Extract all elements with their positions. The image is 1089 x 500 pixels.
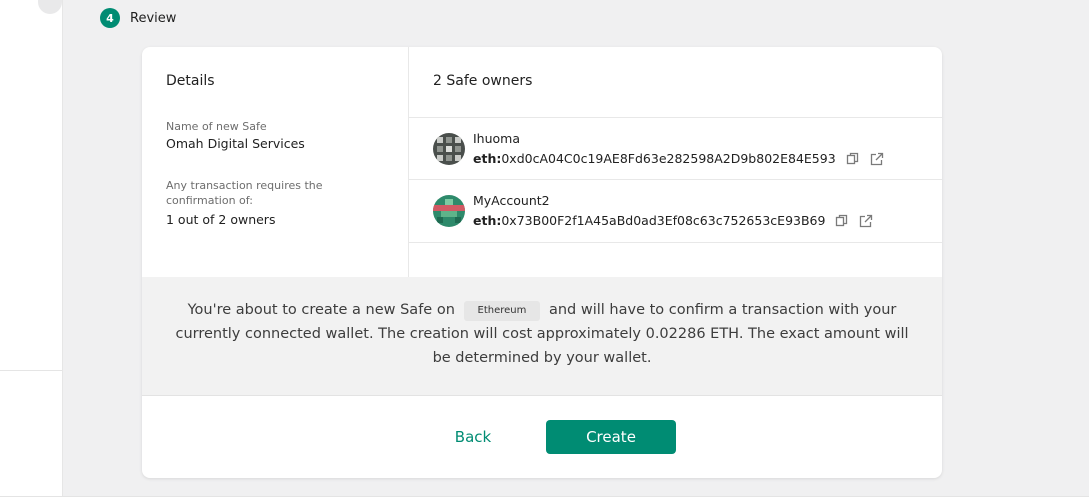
- threshold-value: 1 out of 2 owners: [166, 212, 276, 227]
- step-number-badge: 4: [100, 8, 120, 28]
- notice-text-before: You're about to create a new Safe on: [187, 302, 455, 318]
- panel-divider: [0, 370, 62, 371]
- step-label: Review: [130, 10, 177, 26]
- external-link-icon[interactable]: [870, 152, 884, 166]
- network-chip: Ethereum: [463, 301, 541, 321]
- details-title: Details: [166, 73, 215, 89]
- copy-icon[interactable]: [835, 214, 849, 228]
- page-bottom-edge: [0, 496, 1089, 500]
- external-link-icon[interactable]: [859, 214, 873, 228]
- cost-notice: You're about to create a new Safe on Eth…: [142, 277, 942, 395]
- identicon-avatar-icon: [433, 195, 465, 227]
- owner-address: eth: 0xd0cA04C0c19AE8Fd63e282598A2D9b802E…: [473, 151, 884, 166]
- owners-divider: [409, 179, 942, 180]
- notice-text: You're about to create a new Safe on Eth…: [166, 298, 918, 370]
- threshold-label: Any transaction requires the confirmatio…: [166, 179, 323, 207]
- chain-prefix: eth:: [473, 151, 502, 166]
- review-card: Details Name of new Safe Omah Digital Se…: [142, 47, 942, 478]
- identicon-avatar-icon: [433, 133, 465, 165]
- owner-name: Ihuoma: [473, 131, 521, 146]
- previous-panel: [0, 0, 62, 497]
- address-text: 0x73B00F2f1A45aBd0ad3Ef08c63c752653cE93B…: [501, 213, 826, 228]
- owners-panel: 2 Safe owners Ihuoma eth: 0xd0cA04C0c19A…: [409, 47, 942, 277]
- owners-title: 2 Safe owners: [433, 73, 533, 89]
- step-header: 4 Review: [100, 8, 176, 28]
- owners-divider: [409, 117, 942, 118]
- safe-name-value: Omah Digital Services: [166, 136, 305, 151]
- safe-name-label: Name of new Safe: [166, 120, 267, 133]
- owner-row: MyAccount2 eth: 0x73B00F2f1A45aBd0ad3Ef08…: [433, 193, 933, 243]
- panel-decoration: [38, 0, 62, 14]
- create-button[interactable]: Create: [546, 420, 676, 454]
- actions-divider: [142, 395, 942, 396]
- owner-row: Ihuoma eth: 0xd0cA04C0c19AE8Fd63e282598A2…: [433, 131, 933, 181]
- panel-border: [62, 0, 63, 497]
- chain-prefix: eth:: [473, 213, 502, 228]
- details-panel: Details Name of new Safe Omah Digital Se…: [142, 47, 409, 277]
- address-text: 0xd0cA04C0c19AE8Fd63e282598A2D9b802E84E5…: [501, 151, 836, 166]
- owner-name: MyAccount2: [473, 193, 550, 208]
- owner-address: eth: 0x73B00F2f1A45aBd0ad3Ef08c63c752653c…: [473, 213, 873, 228]
- copy-icon[interactable]: [846, 152, 860, 166]
- owners-divider: [409, 242, 942, 243]
- back-button[interactable]: Back: [442, 420, 504, 454]
